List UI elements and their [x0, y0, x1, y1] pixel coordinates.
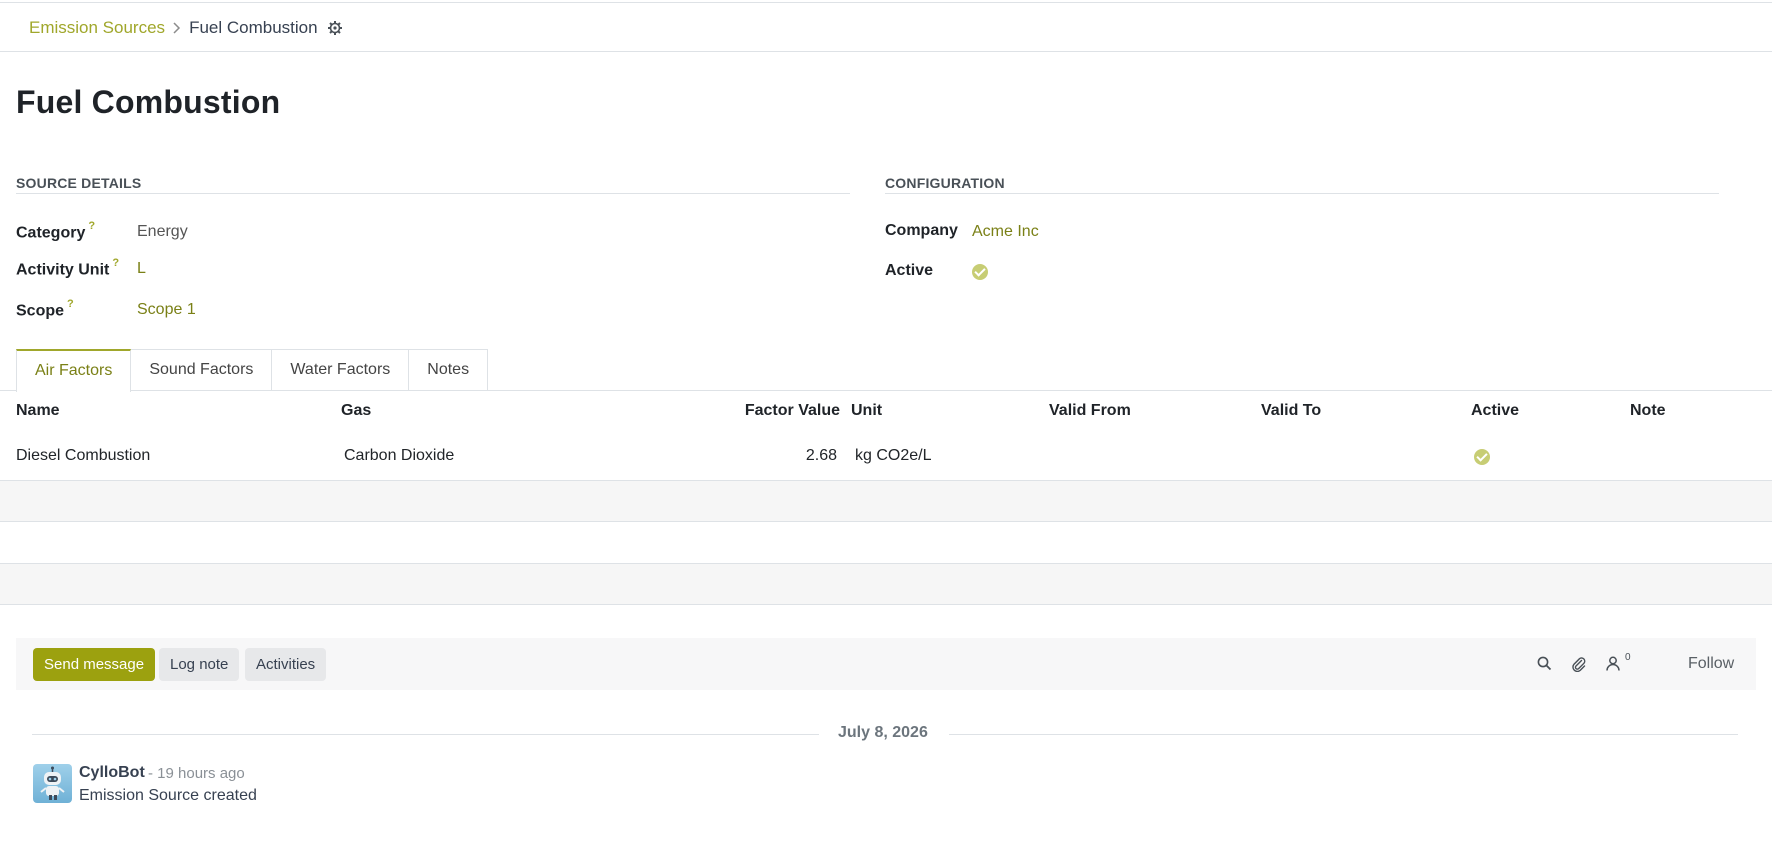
row-divider	[0, 604, 1772, 605]
scope-label: Scope?	[16, 298, 74, 320]
chevron-right-icon	[172, 22, 181, 34]
notebook-tabs: Air Factors Sound Factors Water Factors …	[16, 349, 489, 392]
column-header-gas[interactable]: Gas	[341, 402, 371, 420]
source-details-divider	[16, 193, 850, 194]
column-header-factor-value[interactable]: Factor Value	[745, 402, 840, 420]
tab-water-factors[interactable]: Water Factors	[271, 349, 410, 390]
followers-count: 0	[1625, 652, 1631, 663]
active-label: Active	[885, 262, 934, 279]
column-header-unit[interactable]: Unit	[851, 402, 882, 420]
tabs-divider	[0, 390, 1772, 391]
category-value[interactable]: Energy	[137, 223, 188, 241]
robot-icon	[40, 766, 65, 800]
followers-user-icon[interactable]	[1606, 656, 1620, 671]
breadcrumb: Emission Sources Fuel Combustion	[29, 18, 342, 38]
cell-gas[interactable]: Carbon Dioxide	[344, 447, 454, 465]
activity-unit-label: Activity Unit?	[16, 257, 119, 279]
scope-value[interactable]: Scope 1	[137, 301, 196, 319]
company-label: Company	[885, 222, 958, 239]
paperclip-icon[interactable]	[1571, 656, 1587, 672]
empty-table-row	[0, 481, 1772, 521]
activity-unit-help-tooltip[interactable]: ?	[112, 257, 119, 269]
category-help-tooltip[interactable]: ?	[88, 220, 95, 232]
scope-help-tooltip[interactable]: ?	[67, 298, 74, 310]
follow-button[interactable]: Follow	[1688, 655, 1734, 673]
tab-sound-factors[interactable]: Sound Factors	[130, 349, 273, 390]
column-header-active[interactable]: Active	[1471, 402, 1519, 420]
control-panel: Emission Sources Fuel Combustion	[0, 3, 1772, 52]
column-header-note[interactable]: Note	[1630, 402, 1666, 420]
cell-name[interactable]: Diesel Combustion	[16, 447, 150, 465]
empty-table-row	[0, 522, 1772, 563]
gear-icon[interactable]	[327, 21, 342, 35]
category-label: Category?	[16, 220, 95, 242]
cell-unit[interactable]: kg CO2e/L	[855, 447, 931, 465]
activity-unit-label-text: Activity Unit	[16, 261, 110, 279]
date-separator: July 8, 2026	[838, 724, 928, 741]
activity-unit-value[interactable]: L	[137, 260, 146, 278]
configuration-divider	[885, 193, 1719, 194]
record-title: Fuel Combustion	[16, 84, 281, 120]
message-timestamp: - 19 hours ago	[148, 765, 245, 782]
tab-air-factors[interactable]: Air Factors	[16, 349, 132, 392]
breadcrumb-current: Fuel Combustion	[189, 18, 318, 37]
message-body: Emission Source created	[79, 787, 257, 804]
avatar[interactable]	[33, 764, 72, 803]
log-note-button[interactable]: Log note	[159, 648, 240, 681]
configuration-heading: CONFIGURATION	[885, 175, 1005, 191]
date-separator-line	[949, 734, 1738, 735]
chatter-toolbar: Send message Log note Activities 0 Follo…	[16, 638, 1756, 690]
empty-table-row	[0, 564, 1772, 604]
source-details-heading: SOURCE DETAILS	[16, 175, 142, 191]
row-active-check-icon[interactable]	[1474, 449, 1490, 470]
message-author[interactable]: CylloBot	[79, 764, 145, 782]
breadcrumb-parent-link[interactable]: Emission Sources	[29, 18, 165, 38]
column-header-name[interactable]: Name	[16, 402, 60, 420]
date-separator-line	[32, 734, 819, 735]
scope-label-text: Scope	[16, 302, 65, 320]
column-header-valid-to[interactable]: Valid To	[1261, 402, 1321, 420]
category-label-text: Category	[16, 224, 86, 242]
active-check-icon[interactable]	[972, 264, 988, 285]
activities-button[interactable]: Activities	[245, 648, 327, 681]
company-value[interactable]: Acme Inc	[972, 223, 1039, 241]
send-message-button[interactable]: Send message	[33, 648, 156, 681]
column-header-valid-from[interactable]: Valid From	[1049, 402, 1131, 420]
tab-notes[interactable]: Notes	[408, 349, 489, 390]
search-icon[interactable]	[1537, 656, 1552, 671]
cell-factor-value[interactable]: 2.68	[806, 447, 837, 465]
